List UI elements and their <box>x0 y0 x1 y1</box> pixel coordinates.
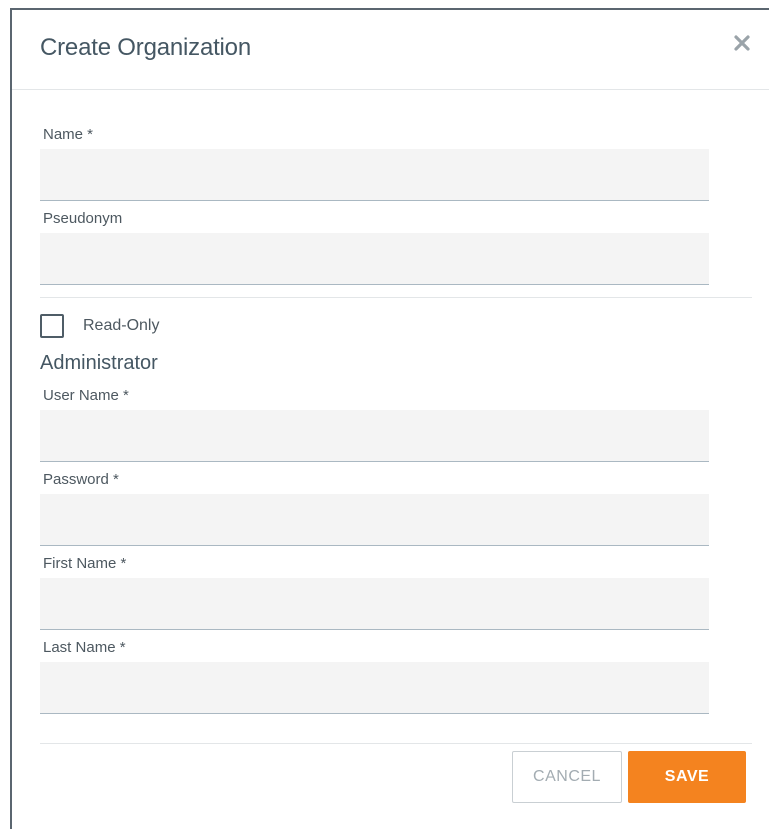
close-button[interactable] <box>731 32 753 54</box>
close-icon <box>734 35 750 51</box>
read-only-checkbox[interactable]: Read-Only <box>40 312 159 340</box>
name-input[interactable] <box>40 149 709 201</box>
pseudonym-label: Pseudonym <box>43 210 123 227</box>
name-label: Name * <box>43 126 94 143</box>
user-name-label: User Name * <box>43 387 129 404</box>
last-name-input[interactable] <box>40 662 709 714</box>
footer-divider <box>40 743 752 744</box>
dialog-title: Create Organization <box>40 34 251 61</box>
password-input[interactable] <box>40 494 709 546</box>
create-organization-dialog: Create Organization Name * Pseudonym Rea… <box>10 8 769 829</box>
dialog-header: Create Organization <box>12 10 769 90</box>
last-name-label: Last Name * <box>43 639 126 656</box>
first-name-label: First Name * <box>43 555 127 572</box>
cancel-button[interactable]: CANCEL <box>512 751 622 803</box>
read-only-label: Read-Only <box>83 317 160 334</box>
first-name-input[interactable] <box>40 578 709 630</box>
read-only-checkbox-box[interactable] <box>40 314 64 338</box>
user-name-input[interactable] <box>40 410 709 462</box>
administrator-section-title: Administrator <box>40 352 158 374</box>
password-label: Password * <box>43 471 119 488</box>
pseudonym-input[interactable] <box>40 233 709 285</box>
save-button[interactable]: SAVE <box>628 751 746 803</box>
section-divider <box>40 297 752 298</box>
